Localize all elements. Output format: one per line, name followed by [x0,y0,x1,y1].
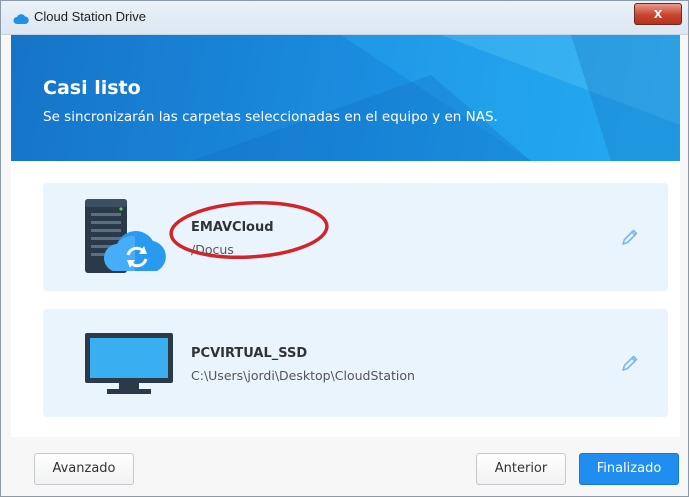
header-banner: Casi listo Se sincronizarán las carpetas… [11,35,680,161]
advanced-button[interactable]: Avanzado [34,453,134,485]
footer-bar: Avanzado Anterior Finalizado [11,437,680,496]
pc-path: C:\Users\jordi\Desktop\CloudStation [191,368,415,383]
nas-sync-icon [83,195,167,277]
page-subtitle: Se sincronizarán las carpetas selecciona… [43,109,498,125]
finish-button[interactable]: Finalizado [579,453,679,485]
previous-button[interactable]: Anterior [476,453,566,485]
pencil-icon[interactable] [620,353,640,373]
content-area: EMAVCloud /Docus PCVIRTUAL_SSD C:\Users\… [11,161,680,437]
page-title: Casi listo [43,77,141,99]
title-bar[interactable]: Cloud Station Drive x [1,1,688,35]
pc-name: PCVIRTUAL_SSD [191,346,308,361]
nas-path: /Docus [191,242,234,257]
app-window: Cloud Station Drive x Casi listo Se sinc… [0,0,689,497]
pencil-icon[interactable] [620,227,640,247]
cloud-station-icon [13,11,29,25]
nas-card: EMAVCloud /Docus [43,183,668,291]
pc-card: PCVIRTUAL_SSD C:\Users\jordi\Desktop\Clo… [43,309,668,417]
monitor-icon [83,331,175,395]
nas-name: EMAVCloud [191,220,274,235]
window-title: Cloud Station Drive [34,9,146,24]
close-button[interactable]: x [634,3,682,25]
